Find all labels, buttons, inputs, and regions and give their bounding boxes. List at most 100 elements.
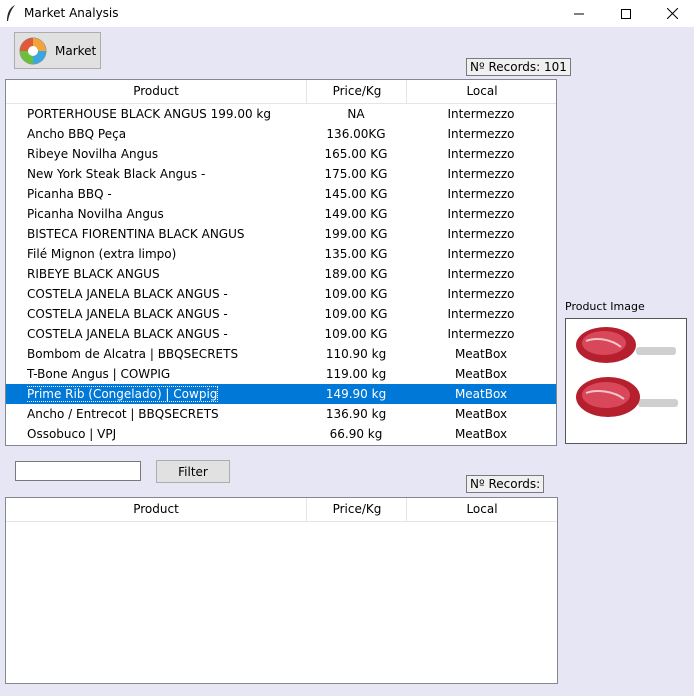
table-row[interactable]: Filé Mignon (extra limpo) 135.00 KG Interm… [6,244,556,264]
cell-local: MeatBox [454,387,508,401]
cell-price: 135.00 KG [324,247,388,261]
records-count-top: Nº Records: 101 [466,58,571,76]
cell-price: 109.00 KG [324,287,388,301]
cell-price: 109.00 KG [324,327,388,341]
cell-product-text: BISTECA FIORENTINA BLACK ANGUS [27,227,245,241]
cell-product: Filé Mignon (extra limpo) [27,244,307,264]
table-row[interactable]: Picanha Novilha Angus 149.00 KG Intermezzo [6,204,556,224]
table-row[interactable]: COSTELA JANELA BLACK ANGUS - 109.00 KG Int… [6,284,556,304]
cell-local: Intermezzo [447,187,515,201]
minimize-button[interactable] [556,0,602,27]
cell-local: Intermezzo [447,287,515,301]
product-image-label: Product Image [565,300,645,313]
filter-button[interactable]: Filter [156,460,230,483]
cell-product: PORTERHOUSE BLACK ANGUS 199.00 kg [27,104,307,124]
product-image [565,318,687,444]
market-button[interactable]: Market [14,32,101,69]
cell-local: Intermezzo [447,147,515,161]
table-row[interactable]: BISTECA FIORENTINA BLACK ANGUS 199.00 KG I… [6,224,556,244]
cell-product-text: COSTELA JANELA BLACK ANGUS - [27,307,228,321]
table-row[interactable]: Ossobuco | VPJ 66.90 kg MeatBox [6,424,556,444]
cell-price: 165.00 KG [324,147,388,161]
table-row[interactable]: Prime Rib (Congelado) | Cowpig 149.90 kg M… [6,384,556,404]
cell-price: 136.90 kg [325,407,387,421]
cell-local: Intermezzo [447,127,515,141]
cell-product-text: RIBEYE BLACK ANGUS [27,267,160,281]
cell-product-text: COSTELA JANELA BLACK ANGUS - [27,287,228,301]
cell-local: MeatBox [454,347,508,361]
cell-product-text: Filé Mignon (extra limpo) [27,247,177,261]
minimize-icon [574,13,584,14]
cell-product: Picanha Novilha Angus [27,204,307,224]
table-row[interactable]: Ribeye Novilha Angus 165.00 KG Intermezzo [6,144,556,164]
cell-product-text: Ossobuco | VPJ [27,427,117,441]
cell-product-text: Picanha Novilha Angus [27,207,164,221]
cell-product-text: COSTELA JANELA BLACK ANGUS - [27,327,228,341]
table-row[interactable]: COSTELA JANELA BLACK ANGUS - 109.00 KG Int… [6,304,556,324]
cell-product: Prime Rib (Congelado) | Cowpig [27,384,307,404]
close-icon [666,8,678,19]
title-bar: Market Analysis [0,0,694,27]
cell-local: Intermezzo [447,167,515,181]
filtered-table[interactable]: Product Price/Kg Local [5,497,558,684]
cell-product-text: Ancho / Entrecot | BBQSECRETS [27,407,219,421]
records-count-bottom: Nº Records: [466,475,545,493]
results-table[interactable]: Product Price/Kg Local PORTERHOUSE BLACK… [5,79,557,446]
window-title: Market Analysis [24,6,119,20]
table-row[interactable]: Bombom de Alcatra | BBQSECRETS 110.90 kg M… [6,344,556,364]
table-header: Product Price/Kg Local [6,80,556,104]
cell-local: MeatBox [454,407,508,421]
filtered-column-header-price[interactable]: Price/Kg [306,498,407,521]
cell-product: BISTECA FIORENTINA BLACK ANGUS [27,224,307,244]
column-header-local[interactable]: Local [406,80,556,103]
filtered-column-header-local[interactable]: Local [406,498,557,521]
cell-local: MeatBox [454,367,508,381]
close-button[interactable] [649,0,694,27]
cell-product: Picanha BBQ - [27,184,307,204]
table-row[interactable]: T-Bone Angus | COWPIG 119.00 kg MeatBox [6,364,556,384]
cell-product-text: New York Steak Black Angus - [27,167,206,181]
client-area: Market Nº Records: 101 Product Price/Kg … [0,27,694,696]
cell-product: COSTELA JANELA BLACK ANGUS - [27,324,307,344]
table-row[interactable]: COSTELA JANELA BLACK ANGUS - 109.00 KG Int… [6,324,556,344]
cell-product: Ancho / Entrecot | BBQSECRETS [27,404,307,424]
cell-product-text: Picanha BBQ - [27,187,112,201]
column-header-product[interactable]: Product [6,80,306,103]
cell-local: Intermezzo [447,267,515,281]
filtered-column-header-product[interactable]: Product [6,498,306,521]
table-row[interactable]: New York Steak Black Angus - 175.00 KG Int… [6,164,556,184]
table-row[interactable]: Picanha BBQ - 145.00 KG Intermezzo [6,184,556,204]
cell-product: Ossobuco | VPJ [27,424,307,444]
cell-product-text: Bombom de Alcatra | BBQSECRETS [27,347,239,361]
cell-product: Ribeye Novilha Angus [27,144,307,164]
cell-price: 199.00 KG [324,227,388,241]
maximize-button[interactable] [603,0,649,27]
cell-price: 110.90 kg [325,347,387,361]
cell-product-text: PORTERHOUSE BLACK ANGUS 199.00 kg [27,107,271,121]
cell-local: Intermezzo [447,307,515,321]
cell-product-text: Ancho BBQ Peça [27,127,127,141]
cell-product-text: T-Bone Angus | COWPIG [27,367,171,381]
cell-product: COSTELA JANELA BLACK ANGUS - [27,284,307,304]
meat-image-icon [566,319,686,443]
filter-input[interactable] [15,461,141,481]
market-button-label: Market [55,43,97,58]
cell-product-text: Prime Rib (Congelado) | Cowpig [27,386,219,402]
cell-price: 149.90 kg [325,387,387,401]
cell-price: 149.00 KG [324,207,388,221]
cell-product: New York Steak Black Angus - [27,164,307,184]
table-row[interactable]: RIBEYE BLACK ANGUS 189.00 KG Intermezzo [6,264,556,284]
table-row[interactable]: Ancho BBQ Peça 136.00KG Intermezzo [6,124,556,144]
cell-product: Bombom de Alcatra | BBQSECRETS [27,344,307,364]
cell-price: 175.00 KG [324,167,388,181]
cell-local: Intermezzo [447,207,515,221]
cell-product: COSTELA JANELA BLACK ANGUS - [27,304,307,324]
column-header-price[interactable]: Price/Kg [306,80,407,103]
cell-price: 189.00 KG [324,267,388,281]
cell-price: 119.00 kg [325,367,387,381]
cell-product-text: Ribeye Novilha Angus [27,147,159,161]
table-row[interactable]: PORTERHOUSE BLACK ANGUS 199.00 kg NA Inter… [6,104,556,124]
cell-price: 66.90 kg [329,427,383,441]
table-row[interactable]: Ancho / Entrecot | BBQSECRETS 136.90 kg Me… [6,404,556,424]
market-logo-icon [19,37,47,64]
